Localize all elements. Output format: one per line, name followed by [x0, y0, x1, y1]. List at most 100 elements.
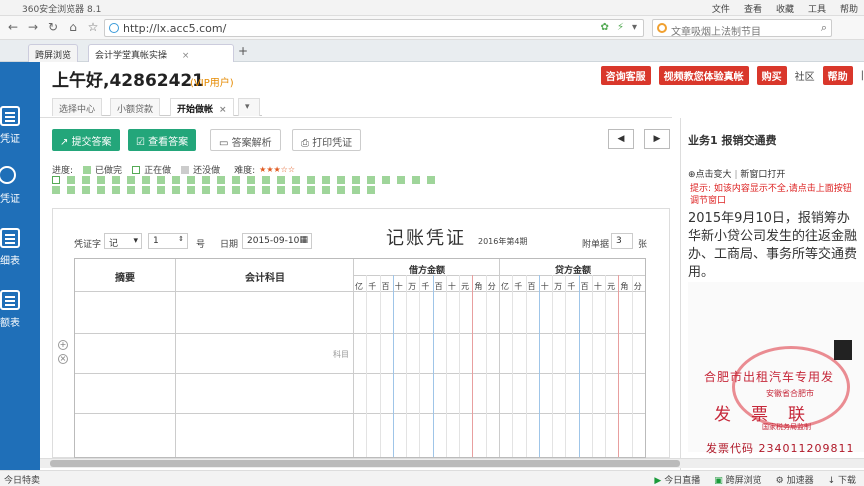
progress-cell[interactable] — [112, 176, 120, 184]
home-icon[interactable]: ⌂ — [66, 20, 80, 34]
calendar-icon[interactable]: ▦ — [299, 235, 308, 245]
progress-cell[interactable] — [322, 176, 330, 184]
address-bar[interactable]: http://lx.acc5.com/ ✿ ⚡ ▾ — [104, 19, 644, 37]
progress-cell[interactable] — [202, 186, 210, 194]
progress-cell[interactable] — [277, 176, 285, 184]
progress-cell[interactable] — [352, 186, 360, 194]
progress-cell[interactable] — [382, 176, 390, 184]
progress-cell[interactable] — [67, 176, 75, 184]
progress-cell[interactable] — [82, 186, 90, 194]
voucher-word-select[interactable]: 记 ▾ — [104, 233, 142, 249]
progress-cell[interactable] — [127, 186, 135, 194]
status-accelerator[interactable]: ⚙ 加速器 — [776, 473, 814, 486]
next-button[interactable]: ▶ — [644, 129, 670, 149]
progress-cell[interactable] — [142, 186, 150, 194]
progress-cell[interactable] — [112, 186, 120, 194]
dropdown-icon[interactable]: ▾ — [632, 22, 637, 33]
progress-cell[interactable] — [367, 176, 375, 184]
stepper-icon[interactable]: ⇕ — [178, 235, 184, 243]
community-link[interactable]: 社区 — [795, 68, 815, 83]
refresh-icon[interactable]: ↻ — [46, 20, 60, 34]
help-button[interactable]: 帮助 — [822, 66, 853, 85]
progress-cell[interactable] — [247, 186, 255, 194]
progress-cell[interactable] — [262, 186, 270, 194]
answer-analysis-button[interactable]: ▭ 答案解析 — [210, 129, 281, 151]
progress-cell[interactable] — [232, 186, 240, 194]
status-live[interactable]: ▶ 今日直播 — [654, 473, 700, 486]
lightning-icon[interactable]: ⚡ — [617, 22, 624, 33]
progress-cell[interactable] — [277, 186, 285, 194]
star-icon[interactable]: ☆ — [86, 20, 100, 34]
horizontal-scrollbar[interactable] — [40, 458, 864, 468]
search-input[interactable]: 文章吸烟上法制节目 — [671, 23, 761, 38]
view-answer-button[interactable]: ☑ 查看答案 — [128, 129, 197, 151]
status-cross-screen[interactable]: ▣ 跨屏浏览 — [714, 473, 761, 486]
search-bar[interactable]: 文章吸烟上法制节目 ⌕ — [652, 19, 832, 38]
scrollbar-thumb[interactable] — [50, 460, 680, 467]
sidebar-item-search-voucher[interactable]: 凭证 — [0, 166, 40, 206]
progress-cell[interactable] — [52, 186, 60, 194]
progress-cell[interactable] — [82, 176, 90, 184]
progress-cell[interactable] — [127, 176, 135, 184]
menu-help[interactable]: 帮助 — [840, 2, 858, 15]
menu-file[interactable]: 文件 — [712, 2, 730, 15]
progress-cell[interactable] — [337, 176, 345, 184]
progress-cell[interactable] — [322, 186, 330, 194]
progress-cell[interactable] — [292, 176, 300, 184]
progress-cell[interactable] — [172, 186, 180, 194]
progress-cell[interactable] — [157, 186, 165, 194]
progress-cell[interactable] — [52, 176, 60, 184]
progress-cell[interactable] — [187, 186, 195, 194]
tab-acc5[interactable]: 会计学堂真帐实操 × — [88, 44, 234, 62]
submit-answer-button[interactable]: ↗ 提交答案 — [52, 129, 120, 151]
progress-cell[interactable] — [172, 176, 180, 184]
menu-tools[interactable]: 工具 — [808, 2, 826, 15]
sidebar-item-balance[interactable]: 额表 — [0, 290, 40, 330]
progress-cell[interactable] — [262, 176, 270, 184]
forward-arrow-icon[interactable]: → — [26, 20, 40, 34]
voucher-date-input[interactable]: 2015-09-10 ▦ — [242, 233, 312, 249]
menu-favorites[interactable]: 收藏 — [776, 2, 794, 15]
safe-icon[interactable]: ✿ — [601, 22, 609, 33]
prev-button[interactable]: ◀ — [608, 129, 634, 149]
progress-cell[interactable] — [97, 186, 105, 194]
new-tab-button[interactable]: + — [238, 44, 248, 58]
back-arrow-icon[interactable]: ← — [6, 20, 20, 34]
progress-cell[interactable] — [397, 176, 405, 184]
more-link[interactable]: | — [861, 70, 864, 81]
voucher-no-stepper[interactable]: 1 ⇕ — [148, 233, 188, 249]
tab-cross-screen[interactable]: 跨屏浏览 — [28, 44, 79, 62]
tab-start-accounting[interactable]: 开始做帐 × — [170, 98, 234, 116]
progress-cell[interactable] — [427, 176, 435, 184]
menu-view[interactable]: 查看 — [744, 2, 762, 15]
progress-cell[interactable] — [187, 176, 195, 184]
progress-cell[interactable] — [67, 186, 75, 194]
account-placeholder[interactable]: 科目 — [333, 349, 349, 360]
zoom-link[interactable]: 点击变大 — [696, 170, 732, 180]
progress-cell[interactable] — [307, 176, 315, 184]
address-url[interactable]: http://lx.acc5.com/ — [123, 22, 226, 35]
progress-cell[interactable] — [97, 176, 105, 184]
progress-cell[interactable] — [412, 176, 420, 184]
progress-cell[interactable] — [217, 186, 225, 194]
delete-row-icon[interactable]: × — [58, 354, 68, 364]
progress-cell[interactable] — [217, 176, 225, 184]
tab-select-center[interactable]: 选择中心 — [52, 98, 103, 116]
progress-cell[interactable] — [337, 186, 345, 194]
progress-cell[interactable] — [232, 176, 240, 184]
status-today-sale[interactable]: 今日特卖 — [4, 473, 40, 486]
video-tutorial-button[interactable]: 视频教您体验真帐 — [658, 66, 749, 85]
tab-dropdown[interactable]: ▾ — [238, 98, 260, 116]
print-voucher-button[interactable]: ⎙ 打印凭证 — [292, 129, 362, 151]
progress-cell[interactable] — [352, 176, 360, 184]
search-icon[interactable]: ⌕ — [821, 21, 827, 35]
progress-cell[interactable] — [157, 176, 165, 184]
progress-cell[interactable] — [247, 176, 255, 184]
add-row-icon[interactable]: + — [58, 340, 68, 350]
tab-small-loan[interactable]: 小额贷款 — [110, 98, 161, 116]
buy-button[interactable]: 购买 — [756, 66, 787, 85]
progress-cell[interactable] — [367, 186, 375, 194]
close-icon[interactable]: × — [182, 51, 190, 61]
progress-cell[interactable] — [292, 186, 300, 194]
sidebar-item-voucher[interactable]: 凭证 — [0, 106, 40, 146]
